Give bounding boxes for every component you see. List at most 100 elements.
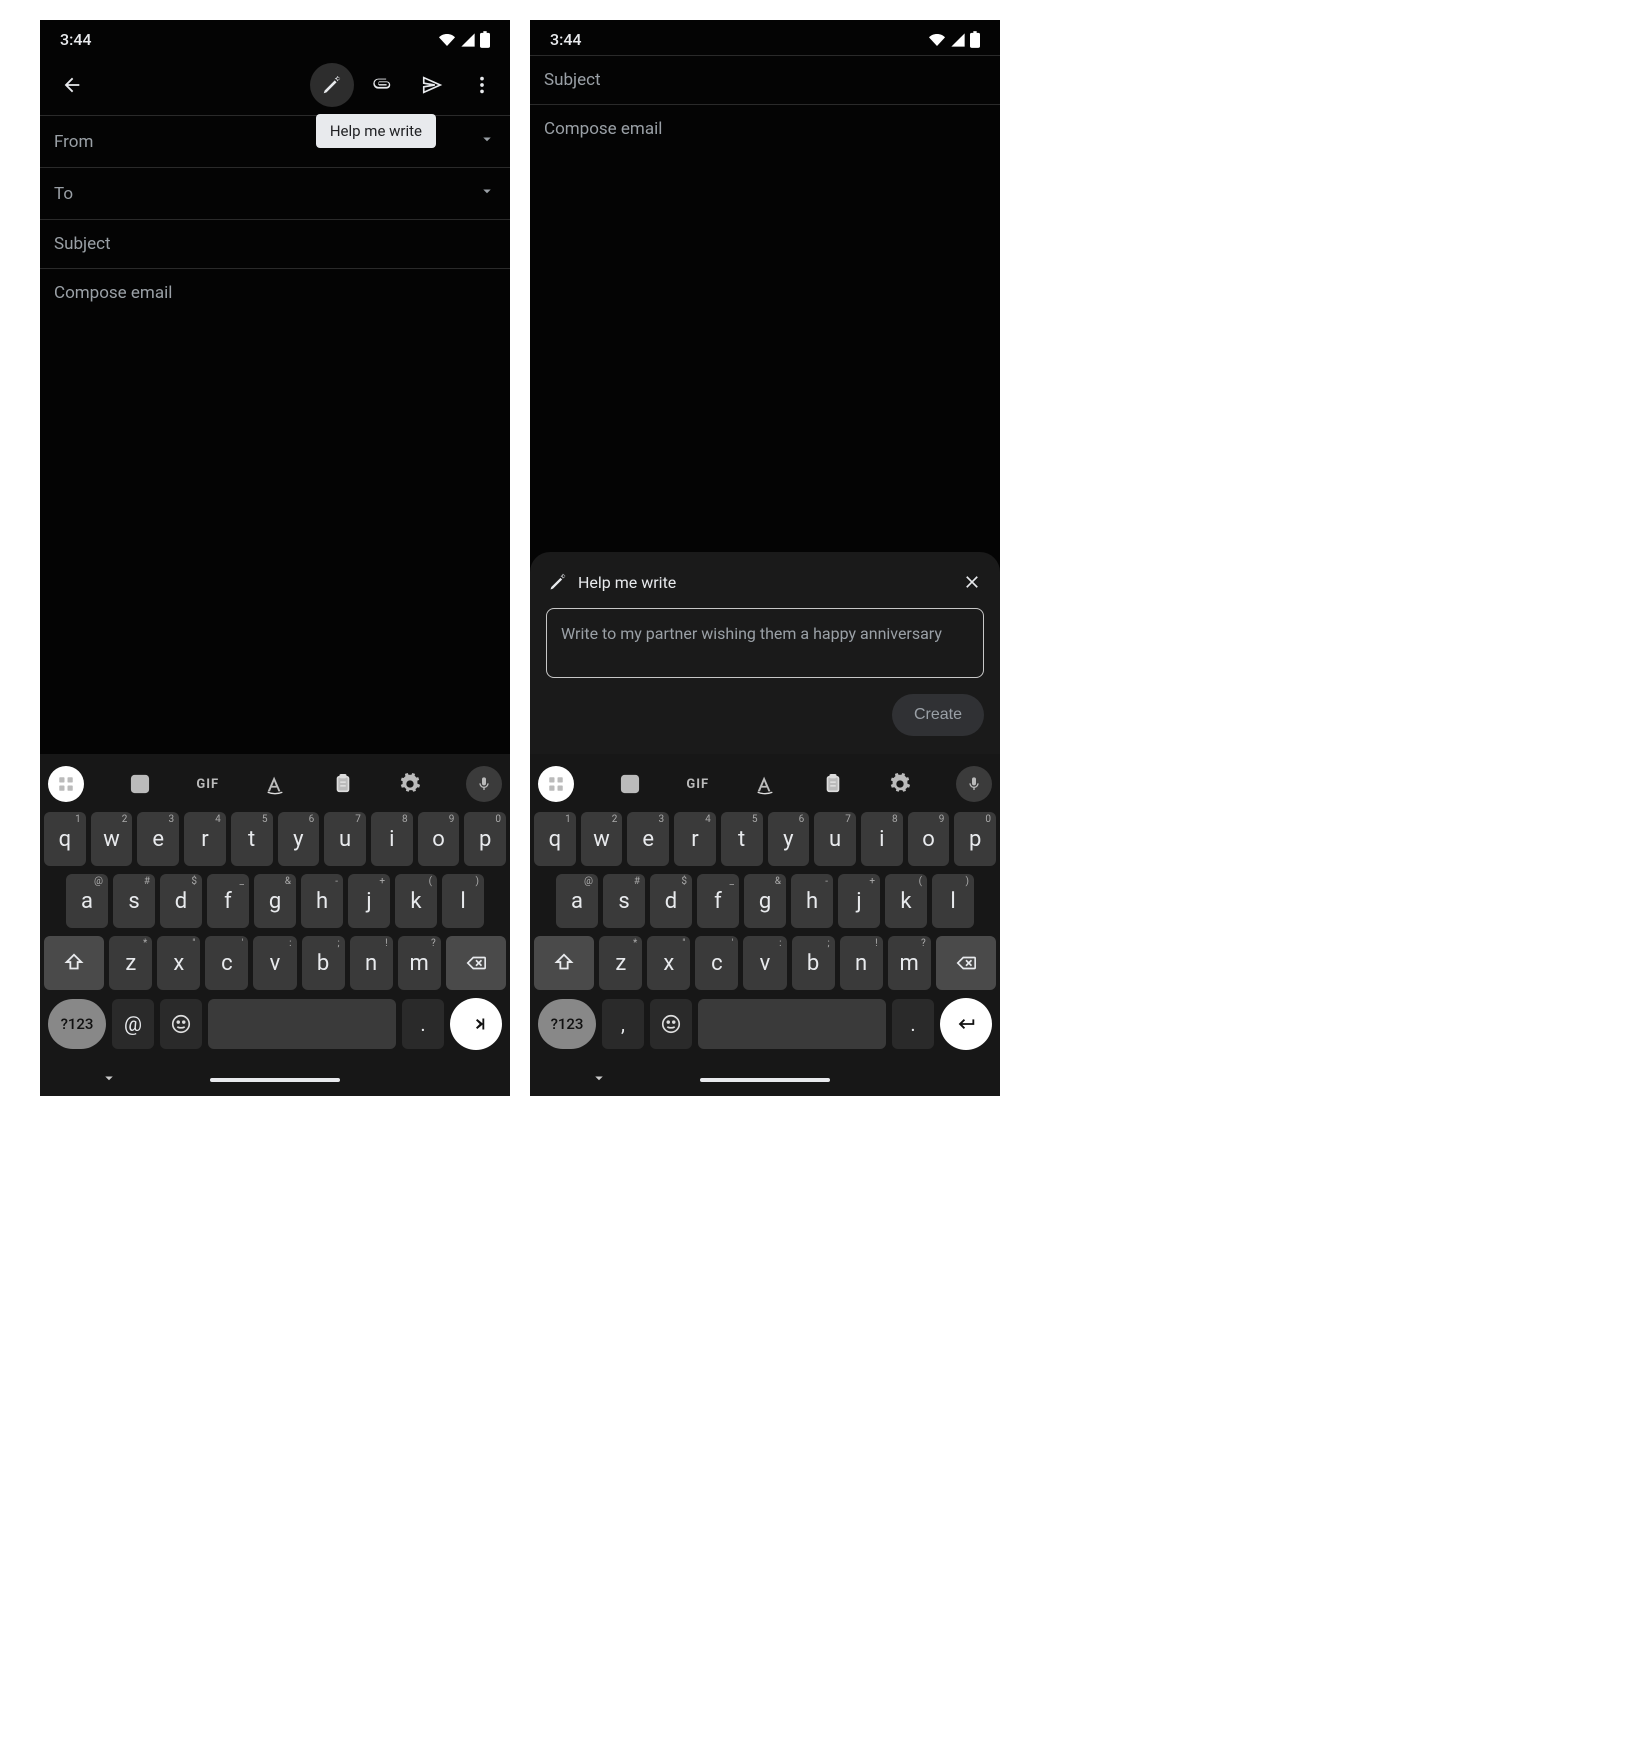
from-field[interactable]: From Help me write [40,115,510,168]
subject-field[interactable]: Subject [530,55,1000,105]
clipboard-icon[interactable] [332,773,354,795]
key-k[interactable]: k( [885,874,927,928]
emoji-key[interactable] [160,999,202,1049]
key-v[interactable]: v: [743,936,786,990]
numeric-key[interactable]: ?123 [538,999,596,1049]
backspace-key[interactable] [446,936,506,990]
key-f[interactable]: f_ [207,874,249,928]
enter-key[interactable] [940,998,992,1050]
home-pill[interactable] [210,1078,340,1082]
key-j[interactable]: j+ [348,874,390,928]
text-style-icon[interactable] [264,773,286,795]
at-key[interactable]: @ [112,999,154,1049]
key-o[interactable]: o9 [418,812,460,866]
numeric-key[interactable]: ?123 [48,999,106,1049]
key-m[interactable]: m? [398,936,441,990]
space-key[interactable] [208,999,396,1049]
key-v[interactable]: v: [253,936,296,990]
key-e[interactable]: e3 [137,812,179,866]
key-n[interactable]: n! [840,936,883,990]
key-i[interactable]: i8 [861,812,903,866]
key-t[interactable]: t5 [231,812,273,866]
subject-field[interactable]: Subject [40,220,510,269]
more-button[interactable] [460,63,504,107]
help-write-input[interactable]: Write to my partner wishing them a happy… [546,608,984,678]
key-d[interactable]: d$ [160,874,202,928]
keyboard-collapse-icon[interactable] [100,1069,118,1091]
key-x[interactable]: x" [647,936,690,990]
key-j[interactable]: j+ [838,874,880,928]
key-u[interactable]: u7 [814,812,856,866]
key-a[interactable]: a@ [556,874,598,928]
chevron-down-icon[interactable] [478,182,496,205]
gif-button[interactable]: GIF [686,777,709,792]
tab-key[interactable] [450,998,502,1050]
key-u[interactable]: u7 [324,812,366,866]
mic-button[interactable] [466,766,502,802]
key-p[interactable]: p0 [954,812,996,866]
key-p[interactable]: p0 [464,812,506,866]
send-button[interactable] [410,63,454,107]
key-q[interactable]: q1 [44,812,86,866]
key-d[interactable]: d$ [650,874,692,928]
comma-key[interactable]: , [602,999,644,1049]
key-r[interactable]: r4 [674,812,716,866]
clipboard-icon[interactable] [822,773,844,795]
key-l[interactable]: l) [932,874,974,928]
help-write-button[interactable] [310,63,354,107]
period-key[interactable]: . [402,999,444,1049]
key-z[interactable]: z* [109,936,152,990]
key-c[interactable]: c' [205,936,248,990]
back-button[interactable] [50,63,94,107]
key-y[interactable]: y6 [278,812,320,866]
shift-key[interactable] [534,936,594,990]
space-key[interactable] [698,999,886,1049]
key-y[interactable]: y6 [768,812,810,866]
key-m[interactable]: m? [888,936,931,990]
create-button[interactable]: Create [892,694,984,736]
to-field[interactable]: To [40,168,510,220]
chevron-down-icon[interactable] [478,130,496,153]
backspace-key[interactable] [936,936,996,990]
key-l[interactable]: l) [442,874,484,928]
key-b[interactable]: b; [792,936,835,990]
key-a[interactable]: a@ [66,874,108,928]
mic-button[interactable] [956,766,992,802]
key-s[interactable]: s# [113,874,155,928]
key-g[interactable]: g& [744,874,786,928]
key-r[interactable]: r4 [184,812,226,866]
key-c[interactable]: c' [695,936,738,990]
key-z[interactable]: z* [599,936,642,990]
key-h[interactable]: h- [301,874,343,928]
kb-apps-button[interactable] [538,766,574,802]
key-w[interactable]: w2 [91,812,133,866]
key-e[interactable]: e3 [627,812,669,866]
key-h[interactable]: h- [791,874,833,928]
sticker-icon[interactable] [129,773,151,795]
period-key[interactable]: . [892,999,934,1049]
kb-apps-button[interactable] [48,766,84,802]
gear-icon[interactable] [889,773,911,795]
attach-button[interactable] [360,63,404,107]
keyboard-collapse-icon[interactable] [590,1069,608,1091]
key-k[interactable]: k( [395,874,437,928]
key-x[interactable]: x" [157,936,200,990]
key-w[interactable]: w2 [581,812,623,866]
key-t[interactable]: t5 [721,812,763,866]
text-style-icon[interactable] [754,773,776,795]
key-g[interactable]: g& [254,874,296,928]
key-n[interactable]: n! [350,936,393,990]
key-b[interactable]: b; [302,936,345,990]
key-q[interactable]: q1 [534,812,576,866]
shift-key[interactable] [44,936,104,990]
key-s[interactable]: s# [603,874,645,928]
compose-body[interactable]: Compose email [530,105,1000,365]
key-i[interactable]: i8 [371,812,413,866]
home-pill[interactable] [700,1078,830,1082]
emoji-key[interactable] [650,999,692,1049]
compose-body[interactable]: Compose email [40,269,510,754]
close-icon[interactable] [962,572,982,592]
key-f[interactable]: f_ [697,874,739,928]
sticker-icon[interactable] [619,773,641,795]
key-o[interactable]: o9 [908,812,950,866]
